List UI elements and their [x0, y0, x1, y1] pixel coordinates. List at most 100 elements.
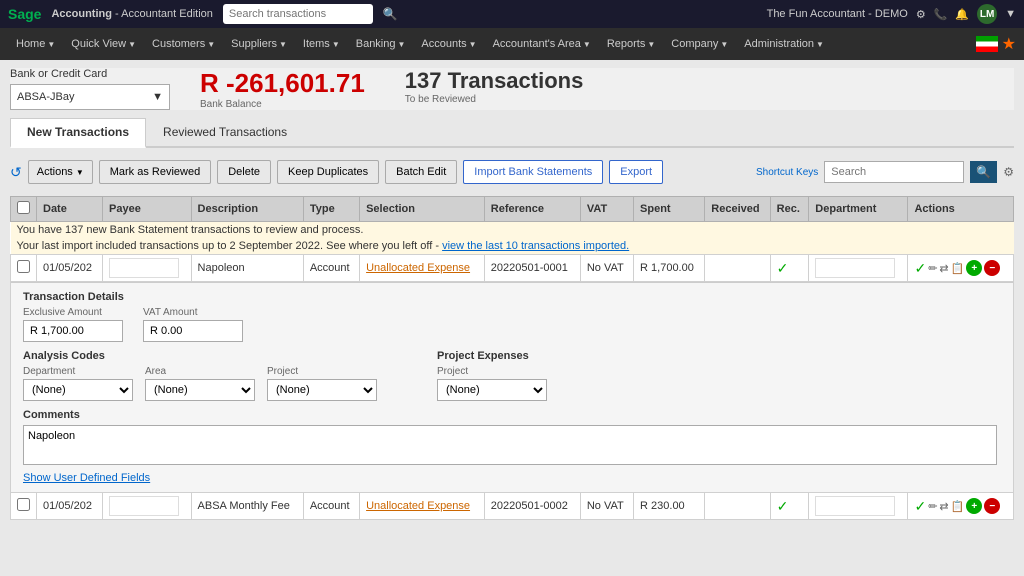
info-row-2: Your last import included transactions u… — [11, 238, 1014, 255]
transaction-search-input[interactable] — [824, 161, 964, 183]
comments-textarea[interactable]: Napoleon — [23, 425, 997, 465]
row2-rec: ✓ — [770, 493, 809, 520]
delete-button[interactable]: Delete — [217, 160, 271, 184]
row1-payee-input[interactable] — [109, 258, 179, 278]
row2-payee-input[interactable] — [109, 496, 179, 516]
detail-panel: Transaction Details Exclusive Amount VAT… — [11, 282, 1013, 492]
row2-actions: ✓ ✏ ⇄ 📋 + − — [908, 493, 1014, 520]
nav-customers[interactable]: Customers ▼ — [144, 28, 223, 60]
row1-add-icon[interactable]: + — [966, 260, 982, 276]
project-expense-select[interactable]: (None) — [437, 379, 547, 401]
row1-copy-icon[interactable]: 📋 — [951, 262, 965, 275]
analysis-project-field: Project (None) — [267, 366, 377, 401]
sage-logo: Sage — [8, 6, 41, 22]
info-message-2: Your last import included transactions u… — [11, 238, 1014, 255]
main-content: Bank or Credit Card ABSA-JBay ▼ R -261,6… — [0, 60, 1024, 576]
row2-department-input[interactable] — [815, 496, 895, 516]
select-all-checkbox[interactable] — [17, 201, 30, 214]
row2-vat: No VAT — [580, 493, 633, 520]
favorite-star-icon[interactable]: ★ — [1002, 34, 1016, 54]
row1-checkbox[interactable] — [17, 260, 30, 273]
nav-suppliers[interactable]: Suppliers ▼ — [223, 28, 295, 60]
nav-quickview[interactable]: Quick View ▼ — [63, 28, 144, 60]
row2-date: 01/05/202 — [37, 493, 103, 520]
actions-label: Actions — [37, 166, 73, 178]
row1-link-icon[interactable]: ⇄ — [939, 262, 948, 275]
shortcut-keys-link[interactable]: Shortcut Keys — [756, 167, 818, 178]
last-transactions-link[interactable]: view the last 10 transactions imported. — [442, 240, 629, 252]
notification-icon[interactable]: 🔔 — [955, 8, 969, 21]
analysis-project-select[interactable]: (None) — [267, 379, 377, 401]
row1-edit-icon[interactable]: ✏ — [928, 262, 937, 275]
row1-payee — [103, 255, 192, 282]
row2-rec-check-icon[interactable]: ✓ — [777, 498, 789, 514]
nav-banking[interactable]: Banking ▼ — [348, 28, 414, 60]
row1-delete-icon[interactable]: − — [984, 260, 1000, 276]
row2-edit-icon[interactable]: ✏ — [928, 500, 937, 513]
nav-accountants-area[interactable]: Accountant's Area ▼ — [485, 28, 599, 60]
project-expenses-section: Project Expenses Project (None) — [437, 350, 547, 401]
vat-amount-input[interactable] — [143, 320, 243, 342]
show-user-fields-link[interactable]: Show User Defined Fields — [23, 472, 150, 484]
flag-icon — [976, 36, 998, 52]
table-row: 01/05/202 Napoleon Account Unallocated E… — [11, 255, 1014, 282]
transactions-container: Date Payee Description Type Selection Re… — [10, 196, 1014, 520]
tab-new-transactions[interactable]: New Transactions — [10, 118, 146, 148]
project-expense-label: Project — [437, 366, 547, 377]
row1-department — [809, 255, 908, 282]
nav-reports[interactable]: Reports ▼ — [599, 28, 663, 60]
nav-company[interactable]: Company ▼ — [663, 28, 736, 60]
row1-unallocated-badge[interactable]: Unallocated Expense — [366, 262, 470, 274]
header-description: Description — [191, 197, 303, 222]
dropdown-arrow[interactable]: ▼ — [1005, 8, 1016, 20]
filter-icon[interactable]: ⚙ — [1003, 165, 1014, 179]
header-type: Type — [303, 197, 359, 222]
row1-actions: ✓ ✏ ⇄ 📋 + − — [908, 255, 1014, 282]
keep-duplicates-button[interactable]: Keep Duplicates — [277, 160, 379, 184]
transaction-search-button[interactable]: 🔍 — [970, 161, 997, 183]
header-payee: Payee — [103, 197, 192, 222]
row1-rec-check-icon[interactable]: ✓ — [777, 260, 789, 276]
table-row: 01/05/202 ABSA Monthly Fee Account Unall… — [11, 493, 1014, 520]
exclusive-amount-field: Exclusive Amount — [23, 307, 123, 342]
phone-icon[interactable]: 📞 — [934, 8, 948, 21]
nav-items[interactable]: Items ▼ — [295, 28, 348, 60]
import-bank-statements-button[interactable]: Import Bank Statements — [463, 160, 603, 184]
analysis-area-field: Area (None) — [145, 366, 255, 401]
row2-add-icon[interactable]: + — [966, 498, 982, 514]
header-checkbox-col — [11, 197, 37, 222]
row1-type: Account — [303, 255, 359, 282]
analysis-department-select[interactable]: (None) — [23, 379, 133, 401]
row1-department-input[interactable] — [815, 258, 895, 278]
exclusive-amount-input[interactable] — [23, 320, 123, 342]
avatar[interactable]: LM — [977, 4, 997, 24]
row2-copy-icon[interactable]: 📋 — [951, 500, 965, 513]
row2-link-icon[interactable]: ⇄ — [939, 500, 948, 513]
row2-received — [705, 493, 770, 520]
mark-reviewed-button[interactable]: Mark as Reviewed — [99, 160, 211, 184]
row2-unallocated-badge[interactable]: Unallocated Expense — [366, 500, 470, 512]
row1-selection: Unallocated Expense — [360, 255, 485, 282]
row1-description: Napoleon — [191, 255, 303, 282]
tab-reviewed-transactions[interactable]: Reviewed Transactions — [146, 118, 304, 146]
nav-home[interactable]: Home ▼ — [8, 28, 63, 60]
export-button[interactable]: Export — [609, 160, 663, 184]
batch-edit-button[interactable]: Batch Edit — [385, 160, 457, 184]
toolbar-right: Shortcut Keys 🔍 ⚙ — [756, 161, 1014, 183]
actions-button[interactable]: Actions ▼ — [28, 160, 93, 184]
nav-accounts[interactable]: Accounts ▼ — [413, 28, 484, 60]
row2-checkbox[interactable] — [17, 498, 30, 511]
analysis-dept-label: Department — [23, 366, 133, 377]
undo-arrow-icon[interactable]: ↺ — [10, 164, 22, 181]
nav-administration[interactable]: Administration ▼ — [736, 28, 832, 60]
row2-delete-icon[interactable]: − — [984, 498, 1000, 514]
top-search-input[interactable] — [223, 4, 373, 24]
analysis-area-select[interactable]: (None) — [145, 379, 255, 401]
header-department: Department — [809, 197, 908, 222]
bank-select[interactable]: ABSA-JBay ▼ — [10, 84, 170, 110]
row1-vat: No VAT — [580, 255, 633, 282]
settings-icon[interactable]: ⚙ — [916, 8, 926, 21]
transaction-details-title: Transaction Details — [23, 291, 1001, 303]
row2-check-icon[interactable]: ✓ — [914, 498, 926, 515]
row1-check-icon[interactable]: ✓ — [914, 260, 926, 277]
